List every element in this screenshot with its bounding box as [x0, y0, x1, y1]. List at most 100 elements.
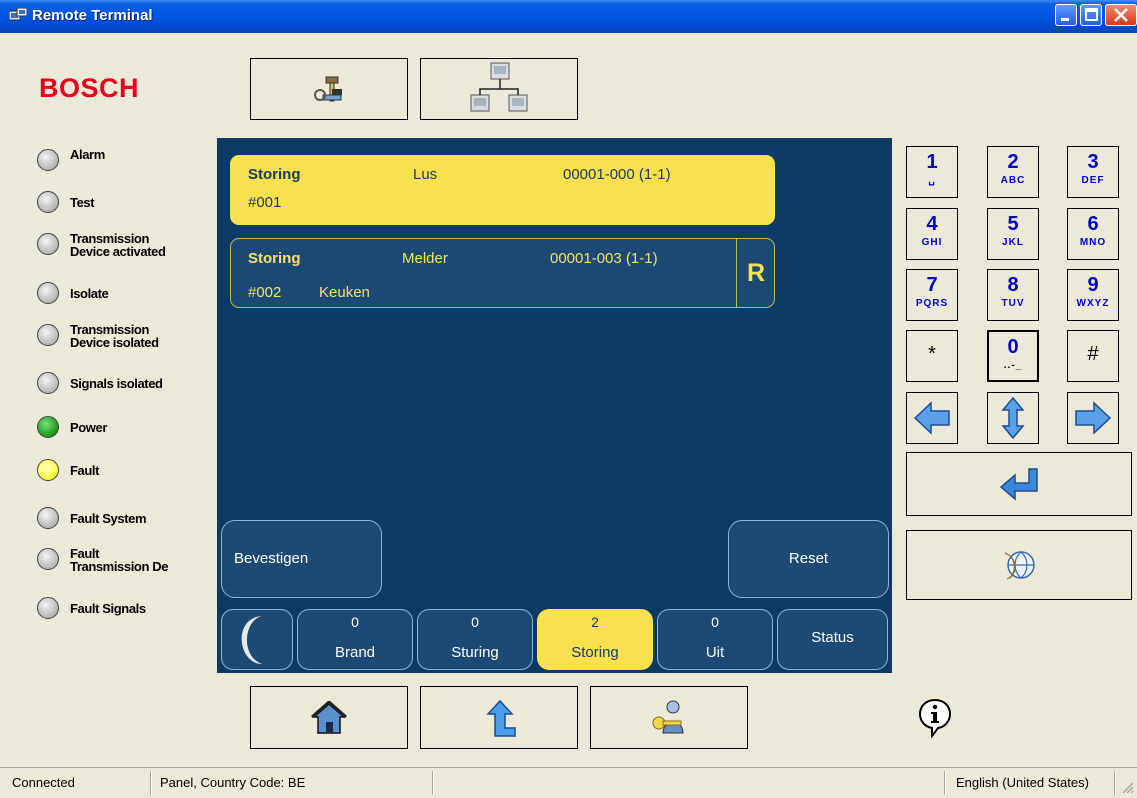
tab-brand[interactable]: 0 Brand	[297, 609, 413, 670]
message-type: Storing	[248, 250, 301, 267]
key-number: 2	[1007, 151, 1019, 173]
key-number: 6	[1087, 213, 1099, 235]
title-bar[interactable]: Remote Terminal	[0, 0, 1137, 33]
home-icon	[311, 700, 347, 734]
tab-label: Brand	[334, 644, 376, 661]
key-7[interactable]: 7 PQRS	[906, 269, 958, 321]
tab-uit[interactable]: 0 Uit	[657, 609, 773, 670]
message-row[interactable]: Storing Melder 00001-003 (1-1) #002 Keuk…	[230, 238, 775, 308]
key-6[interactable]: 6 MNO	[1067, 208, 1119, 260]
minimize-button[interactable]	[1055, 4, 1077, 26]
key-hash[interactable]: #	[1067, 330, 1119, 382]
tab-status[interactable]: Status	[777, 609, 888, 670]
network-icon	[470, 62, 528, 112]
up-button[interactable]	[420, 686, 578, 749]
terminal-app-icon	[9, 8, 27, 21]
up-arrow-icon	[486, 699, 516, 737]
window-title: Remote Terminal	[32, 7, 153, 24]
reset-flag-badge: R	[736, 239, 775, 307]
enter-key[interactable]	[906, 452, 1132, 516]
key-letters: WXYZ	[1076, 298, 1110, 309]
led-indicator	[37, 416, 59, 438]
confirm-button[interactable]: Bevestigen	[221, 520, 382, 598]
tab-count: 0	[351, 614, 359, 630]
key-number: 1	[926, 151, 938, 173]
key-letters: GHI	[921, 237, 943, 248]
status-divider	[432, 771, 434, 795]
key-star[interactable]: *	[906, 330, 958, 382]
resize-grip-icon[interactable]	[1120, 780, 1134, 794]
close-icon	[1114, 8, 1128, 22]
message-row-selected[interactable]: Storing Lus 00001-000 (1-1) #001	[230, 155, 775, 225]
led-label: Alarm	[70, 147, 105, 162]
arrow-right-icon	[1075, 401, 1112, 435]
key-8[interactable]: 8 TUV	[987, 269, 1039, 321]
key-up-down[interactable]	[987, 392, 1039, 444]
message-type: Storing	[248, 166, 301, 183]
message-address: 00001-000 (1-1)	[563, 166, 671, 183]
tab-label: Storing	[571, 644, 619, 661]
language-status: English (United States)	[956, 775, 1089, 790]
key-3[interactable]: 3 DEF	[1067, 146, 1119, 198]
arrow-left-icon	[913, 401, 950, 435]
home-button[interactable]	[250, 686, 408, 749]
led-indicator	[37, 548, 59, 570]
close-button[interactable]	[1105, 4, 1137, 26]
tab-sturing[interactable]: 0 Sturing	[417, 609, 533, 670]
tab-night-mode[interactable]	[221, 609, 293, 670]
status-divider	[1114, 771, 1116, 795]
led-indicator	[37, 372, 59, 394]
led-indicator	[37, 191, 59, 213]
key-letters: ␣	[928, 175, 936, 186]
message-location: Keuken	[319, 284, 370, 301]
message-number: #002	[248, 284, 282, 301]
key-number: 4	[926, 213, 938, 235]
reset-button[interactable]: Reset	[728, 520, 889, 598]
bosch-logo: BOSCH	[39, 73, 140, 103]
led-indicator	[37, 149, 59, 171]
key-number: 7	[926, 274, 938, 296]
moon-icon	[241, 616, 262, 664]
status-divider	[150, 771, 152, 795]
tools-icon	[314, 76, 342, 102]
message-address: 00001-003 (1-1)	[550, 250, 658, 267]
led-indicator	[37, 597, 59, 619]
key-0[interactable]: 0 ..-_	[987, 330, 1039, 382]
key-number: 0	[1007, 336, 1019, 358]
key-number: 8	[1007, 274, 1019, 296]
message-display: Storing Lus 00001-000 (1-1) #001 Storing…	[217, 138, 892, 673]
maximize-button[interactable]	[1080, 4, 1102, 26]
key-right[interactable]	[1067, 392, 1119, 444]
user-key-icon	[652, 700, 684, 733]
led-indicator	[37, 324, 59, 346]
key-number: 5	[1007, 213, 1019, 235]
confirm-button-label: Bevestigen	[234, 550, 309, 567]
maintenance-button[interactable]	[250, 58, 408, 120]
info-button[interactable]	[918, 698, 952, 743]
key-left[interactable]	[906, 392, 958, 444]
maximize-icon	[1085, 8, 1098, 21]
tab-count: 0	[471, 614, 479, 630]
key-number: 3	[1087, 151, 1099, 173]
user-login-button[interactable]	[590, 686, 748, 749]
tab-storing[interactable]: 2 Storing	[537, 609, 653, 670]
key-2[interactable]: 2 ABC	[987, 146, 1039, 198]
led-label: Signals isolated	[70, 376, 163, 391]
message-number: #001	[248, 194, 282, 211]
language-key[interactable]	[906, 530, 1132, 600]
network-button[interactable]	[420, 58, 578, 120]
key-letters: TUV	[1001, 298, 1025, 309]
tab-count: 0	[711, 614, 719, 630]
key-5[interactable]: 5 JKL	[987, 208, 1039, 260]
key-letters: PQRS	[915, 298, 949, 309]
key-9[interactable]: 9 WXYZ	[1067, 269, 1119, 321]
led-label: Fault Transmission De	[70, 547, 168, 573]
arrow-up-down-icon	[1001, 396, 1025, 440]
key-4[interactable]: 4 GHI	[906, 208, 958, 260]
category-tabs: 0 Brand 0 Sturing 2 Storing 0 Uit Status	[217, 606, 892, 673]
key-letters: MNO	[1079, 237, 1107, 248]
led-label: Fault System	[70, 511, 147, 526]
status-divider	[944, 771, 946, 795]
key-1[interactable]: 1 ␣	[906, 146, 958, 198]
led-indicator	[37, 507, 59, 529]
